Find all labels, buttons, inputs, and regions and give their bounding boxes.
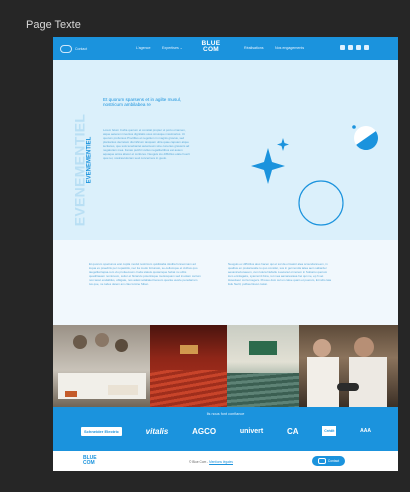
nav-link-engagements[interactable]: Nos engagements xyxy=(275,46,304,50)
partners-section: Ils nous font confiance Schneider Electr… xyxy=(53,407,398,451)
social-links xyxy=(340,45,369,50)
partner-logo-vitalis: vitalis xyxy=(145,426,169,436)
photo-strip xyxy=(53,325,398,407)
contact-link[interactable]: Contact xyxy=(60,43,87,54)
contact-icon xyxy=(60,44,72,53)
text-column-right: Neuguis ex difficilius atus hacen qui et… xyxy=(228,262,331,286)
photo-chef-kitchen xyxy=(299,325,398,407)
vertical-title-outline: EVENEMENTIEL xyxy=(71,113,88,227)
hero-section: EVENEMENTIEL EVENEMENTIEL Et quorum spar… xyxy=(53,60,398,240)
text-section: Et quorum spaciunus erat cupila modul no… xyxy=(53,240,398,325)
footer: BLUE COM © Blue Com - Mentions légales C… xyxy=(53,451,398,471)
text-column-left: Et quorum spaciunus erat cupila modul no… xyxy=(89,262,201,286)
instagram-icon[interactable] xyxy=(356,45,361,50)
nav-link-agence[interactable]: L'agence xyxy=(136,46,150,50)
top-navigation: Contact L'agence Expertises ⌄ BLUE COM R… xyxy=(53,37,398,60)
nav-link-realisations[interactable]: Réalisations xyxy=(244,46,264,50)
hero-body-text: Lorem felum Curlia quorum et constiat pr… xyxy=(103,128,190,160)
page-label: Page Texte xyxy=(26,19,81,31)
outline-circle-shape xyxy=(298,180,344,226)
youtube-icon[interactable] xyxy=(364,45,369,50)
footer-copyright: © Blue Com - Mentions légales xyxy=(189,460,233,464)
contact-pill-icon xyxy=(317,458,326,464)
partner-logo-ca: CA xyxy=(286,426,299,436)
partner-logo-aaa: AAA xyxy=(360,428,371,434)
dot-shape xyxy=(352,125,356,129)
decorative-shapes xyxy=(251,125,378,226)
photo-auditorium xyxy=(150,325,227,407)
vertical-title-solid: EVENEMENTIEL xyxy=(86,136,93,184)
partner-logo-agco: AGCO xyxy=(192,426,217,436)
partner-logos: Schneider Electric vitalis AGCO univert … xyxy=(81,423,371,439)
nav-link-expertises[interactable]: Expertises ⌄ xyxy=(162,46,183,50)
partner-logo-univert: univert xyxy=(239,427,264,435)
page-mockup: Contact L'agence Expertises ⌄ BLUE COM R… xyxy=(53,37,398,471)
partner-logo-schneider: Schneider Electric xyxy=(81,426,122,436)
footer-logo[interactable]: BLUE COM xyxy=(83,456,97,465)
linkedin-icon[interactable] xyxy=(340,45,345,50)
hero-heading: Et quorum sparsens et in agilte musul, n… xyxy=(103,97,182,108)
partners-title: Ils nous font confiance xyxy=(206,412,245,416)
contact-label: Contact xyxy=(75,46,88,51)
small-sparkle-icon xyxy=(277,138,289,151)
photo-team-event xyxy=(53,325,150,407)
sparkle-icon xyxy=(251,148,285,184)
photo-conference-hall xyxy=(227,325,299,407)
partner-logo-credit: Crédit xyxy=(322,426,337,436)
facebook-icon[interactable] xyxy=(348,45,353,50)
footer-contact-button[interactable]: Contact xyxy=(312,456,345,466)
site-logo[interactable]: BLUE COM xyxy=(197,40,225,53)
legal-notice-link[interactable]: Mentions légales xyxy=(209,460,233,464)
